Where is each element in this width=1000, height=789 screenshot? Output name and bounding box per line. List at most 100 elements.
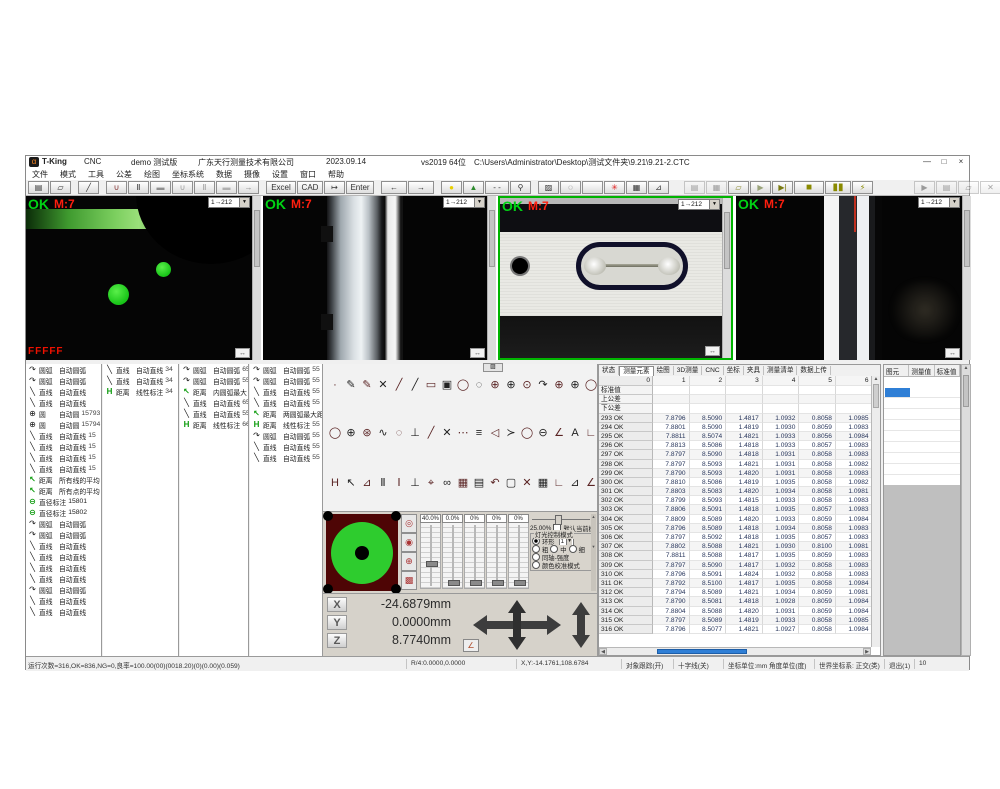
camera1-scrollbar[interactable] — [252, 196, 261, 360]
enter-button[interactable]: Enter — [346, 181, 374, 194]
dim-ii-icon[interactable]: Ⅱ — [376, 476, 390, 490]
light-slider[interactable] — [486, 523, 507, 589]
table-row[interactable]: 315 OK7.87978.50891.48191.09330.80581.09… — [599, 616, 871, 625]
pause-icon[interactable]: ▮▮ — [825, 181, 851, 194]
y-axis-button[interactable]: Y — [327, 615, 347, 630]
scroll-left-icon[interactable]: ◀ — [599, 648, 607, 655]
close-button[interactable]: × — [953, 156, 969, 168]
magnifier-icon[interactable]: ⚲ — [510, 181, 531, 194]
list-item[interactable]: ╲直线自动直线55 — [250, 397, 322, 408]
minus-circle-icon[interactable]: ⊖ — [536, 426, 550, 440]
list-item[interactable]: ⊖直径标注15801 — [26, 496, 101, 507]
table-row[interactable]: 293 OK7.87968.50901.48171.09320.80581.09… — [599, 414, 871, 423]
table-row[interactable]: 302 OK7.87998.50931.48151.09330.80581.09… — [599, 496, 871, 505]
position-icon[interactable]: ⌖ — [424, 476, 438, 490]
list-item[interactable]: ╲直线自动直线 — [26, 562, 101, 573]
panel-header-标准值[interactable]: 标准值 — [935, 365, 960, 376]
list-item[interactable]: ╲直线自动直线 — [26, 606, 101, 617]
camera1-range-dropdown[interactable]: 1→212▼ — [208, 197, 250, 208]
dim-diag-icon[interactable]: ↖ — [344, 476, 358, 490]
line2-icon[interactable]: ╱ — [408, 378, 422, 392]
camera2-scrollbar[interactable] — [487, 196, 496, 360]
menu-item-绘图[interactable]: 绘图 — [138, 169, 166, 180]
camera4-scrollbar[interactable] — [962, 196, 971, 360]
coaxial-radio[interactable] — [532, 553, 540, 561]
light-panel-scrollbar[interactable]: ▲▼ — [591, 514, 596, 591]
camera1-resize-handle[interactable]: ↔ — [235, 348, 250, 358]
list-item[interactable]: H距离线性标注34 — [103, 386, 178, 397]
table-tab-CNC[interactable]: CNC — [702, 366, 723, 375]
table-row[interactable]: 303 OK7.88068.50911.48181.09350.80571.09… — [599, 505, 871, 514]
table-fixed-row[interactable]: 下公差 — [599, 404, 871, 413]
table-row[interactable]: 299 OK7.87908.50931.48201.09310.80581.09… — [599, 469, 871, 478]
dim-i-icon[interactable]: Ⅰ — [392, 476, 406, 490]
table-row[interactable]: 300 OK7.88108.50861.48191.09350.80581.09… — [599, 478, 871, 487]
camera3-range-dropdown[interactable]: 1→212▼ — [678, 199, 720, 210]
runner-icon[interactable]: ⚡ — [852, 181, 873, 194]
parallel-icon[interactable]: ≡ — [472, 426, 486, 440]
blob-icon[interactable]: ◌ — [392, 426, 406, 440]
camera-view-4[interactable]: OK M:7 1→212▼ ↔ — [736, 196, 971, 360]
excel-button[interactable]: Excel — [266, 181, 296, 194]
list-item[interactable]: ╲直线自动直线34 — [103, 375, 178, 386]
list-item[interactable]: H距离线性标注55 — [250, 419, 322, 430]
table-tab-测量元素[interactable]: 测量元素 — [619, 366, 653, 376]
cross-icon[interactable]: ✕ — [376, 378, 390, 392]
open-folder-icon[interactable]: ▱ — [50, 181, 71, 194]
list-item[interactable]: ╲直线自动直线55 — [250, 452, 322, 463]
table-row[interactable]: 311 OK7.87928.51001.48171.09350.80581.09… — [599, 579, 871, 588]
dim-perp-icon[interactable]: ⊥ — [408, 476, 422, 490]
grid-icon[interactable]: ▦ — [456, 476, 470, 490]
edge-u-auto-icon[interactable]: ∪ — [172, 181, 193, 194]
undo-icon[interactable]: ↶ — [488, 476, 502, 490]
play2-icon[interactable]: ▶ — [914, 181, 935, 194]
slider-thumb[interactable] — [492, 580, 504, 586]
table-row[interactable]: 295 OK7.88118.50741.48211.09330.80561.09… — [599, 432, 871, 441]
camera3-scrollbar[interactable] — [722, 198, 731, 358]
list-item[interactable]: ╲直线自动直线15 — [26, 452, 101, 463]
lasso-icon[interactable]: ◌ — [560, 181, 581, 194]
lamp-icon[interactable]: ● — [441, 181, 462, 194]
table-row[interactable]: 307 OK7.88028.50881.48211.09300.81001.09… — [599, 542, 871, 551]
panel-header-图元[interactable]: 图元 — [884, 365, 909, 376]
slash-icon[interactable]: ╱ — [424, 426, 438, 440]
table-tab-测量清单[interactable]: 测量清单 — [764, 366, 797, 375]
menu-item-摄像[interactable]: 摄像 — [238, 169, 266, 180]
list-item[interactable]: ↷圆弧自动圆弧 — [26, 518, 101, 529]
crosshair3-icon[interactable]: ⊕ — [344, 426, 358, 440]
list-item[interactable]: ↷圆弧自动圆弧 — [26, 375, 101, 386]
angle-icon[interactable]: ∠ — [552, 426, 566, 440]
table-tab-3D测量[interactable]: 3D测量 — [674, 366, 703, 375]
table-tab-坐标[interactable]: 坐标 — [724, 366, 744, 375]
list-item[interactable]: ╲直线自动直线 — [26, 595, 101, 606]
delete-icon[interactable]: ✕ — [980, 181, 1000, 194]
list-item[interactable]: H距离线性标注66 — [180, 419, 248, 430]
table-row[interactable]: 297 OK7.87978.50901.48181.09310.80581.09… — [599, 450, 871, 459]
laser-icon[interactable]: ✳ — [604, 181, 625, 194]
dots-icon[interactable]: ⋯ — [456, 426, 470, 440]
camera2-resize-handle[interactable]: ↔ — [470, 348, 485, 358]
perpendicular-icon[interactable]: ⊥ — [408, 426, 422, 440]
table-row[interactable]: 305 OK7.87968.50891.48181.09340.80581.09… — [599, 524, 871, 533]
list-item[interactable]: ╲直线自动直线 — [26, 540, 101, 551]
list-item[interactable]: ↖距离所有点的平均 — [26, 485, 101, 496]
infinity-icon[interactable]: ∞ — [440, 476, 454, 490]
table-row[interactable]: 313 OK7.87908.50811.48181.09280.80591.09… — [599, 597, 871, 606]
table-tab-状态[interactable]: 状态 — [599, 366, 619, 375]
table-tab-数据上传[interactable]: 数据上传 — [797, 366, 830, 375]
measure-line-icon[interactable]: ╱ — [78, 181, 99, 194]
camera4-resize-handle[interactable]: ↔ — [945, 348, 960, 358]
panel-header-测量值[interactable]: 测量值 — [909, 365, 934, 376]
grid-run-icon[interactable]: ▦ — [706, 181, 727, 194]
toolbox-tab-button[interactable]: ▨ — [483, 363, 503, 372]
rect-icon[interactable]: ▭ — [424, 378, 438, 392]
slider-thumb[interactable] — [514, 580, 526, 586]
list-item[interactable]: ╲直线自动直线15 — [26, 463, 101, 474]
menu-item-窗口[interactable]: 窗口 — [294, 169, 322, 180]
dim-h-icon[interactable]: H — [328, 476, 342, 490]
pencil-icon[interactable]: ✎ — [344, 378, 358, 392]
edge-i-auto-icon[interactable]: Ⅱ — [194, 181, 215, 194]
list-item[interactable]: ╲直线自动直线55 — [180, 408, 248, 419]
open2-icon[interactable]: ▱ — [958, 181, 979, 194]
chart-icon[interactable]: ⊿ — [648, 181, 669, 194]
